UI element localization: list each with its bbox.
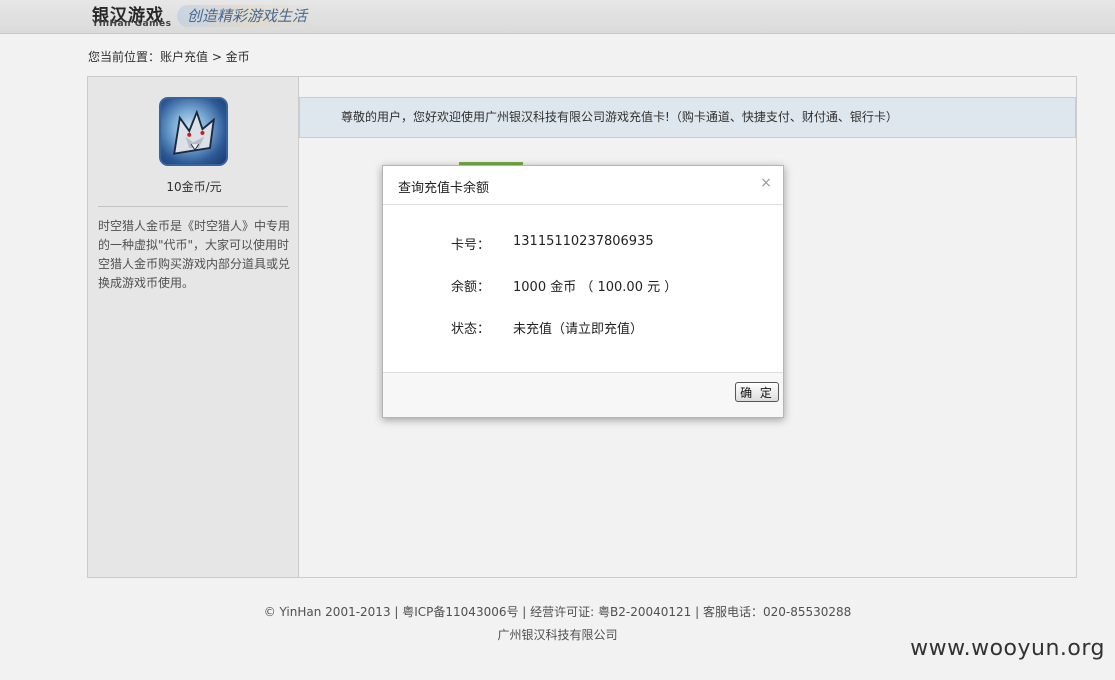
card-number-value: 13115110237806935	[513, 234, 654, 249]
status-label: 状态：	[451, 322, 491, 337]
dialog-title: 查询充值卡余额	[398, 181, 490, 196]
ok-button[interactable]: 确 定	[735, 382, 779, 402]
balance-label: 余额：	[451, 280, 491, 295]
balance-value: 1000 金币 （ 100.00 元 ）	[513, 280, 678, 295]
status-value: 未充值（请立即充值）	[513, 322, 644, 337]
watermark-text: www.wooyun.org	[910, 636, 1105, 661]
dialog-footer: 确 定	[383, 372, 783, 417]
dialog-divider	[383, 204, 783, 205]
balance-dialog: 查询充值卡余额 × 卡号： 13115110237806935 余额： 1000…	[382, 165, 784, 418]
card-number-label: 卡号：	[451, 238, 491, 253]
close-icon[interactable]: ×	[759, 176, 773, 190]
